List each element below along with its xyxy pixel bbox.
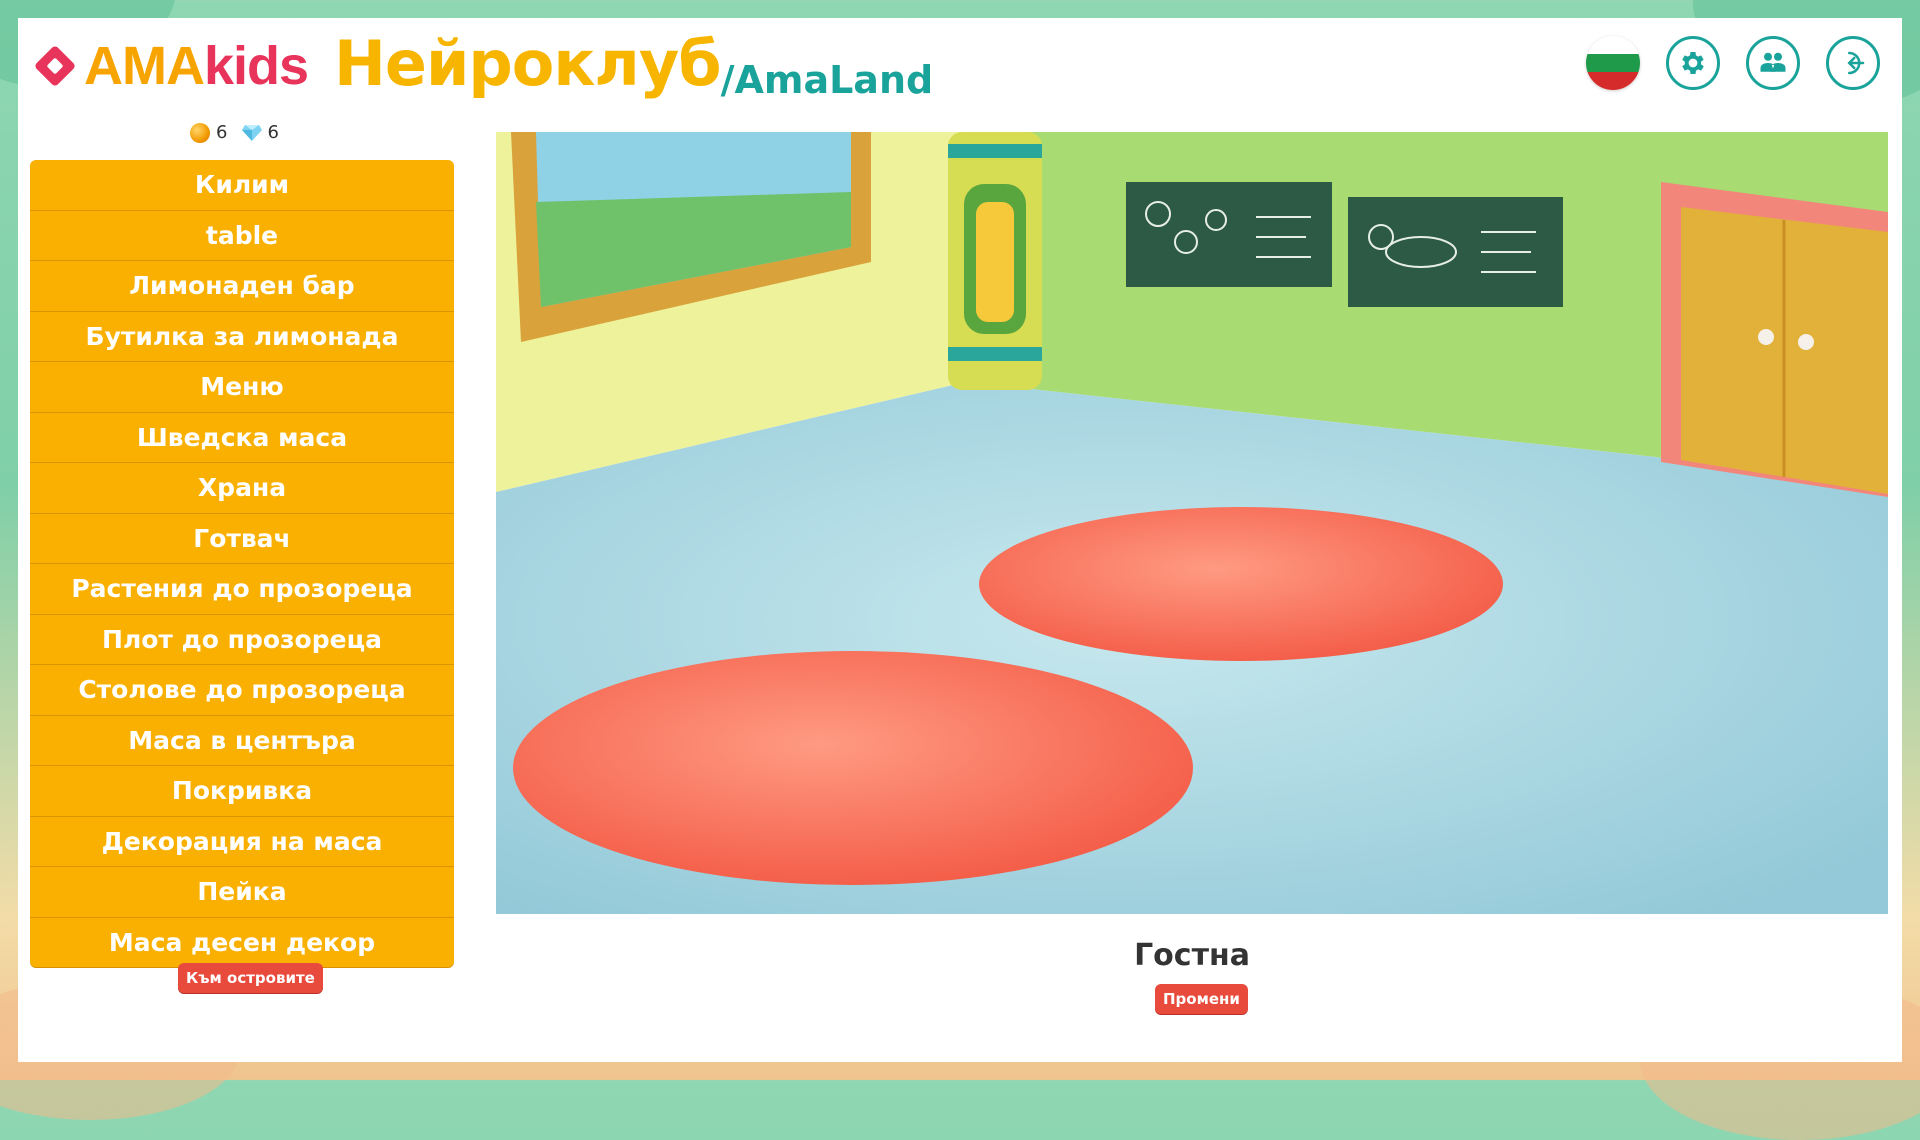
settings-gear-icon bbox=[1682, 52, 1704, 74]
chalkboard-menu-icon bbox=[1126, 182, 1332, 287]
menu-item-lemonade-bottle[interactable]: Бутилка за лимонада bbox=[30, 312, 454, 362]
brand-subtitle: /AmaLand bbox=[720, 58, 934, 102]
menu-item-menu[interactable]: Меню bbox=[30, 362, 454, 413]
room-title: Гостна bbox=[1134, 938, 1250, 973]
currency-bar: 6 6 bbox=[190, 122, 279, 143]
menu-item-bench[interactable]: Пейка bbox=[30, 867, 454, 918]
lemonade-column-icon bbox=[948, 132, 1042, 390]
logo-text: AMAkids bbox=[84, 36, 309, 96]
to-islands-button[interactable]: Към островите bbox=[178, 963, 323, 993]
users-icon bbox=[1760, 52, 1786, 72]
room-scene[interactable] bbox=[496, 132, 1888, 914]
menu-item-chef[interactable]: Готвач bbox=[30, 514, 454, 564]
menu-item-center-table[interactable]: Маса в центъра bbox=[30, 716, 454, 766]
header-actions bbox=[1586, 36, 1880, 90]
menu-item-window-counter[interactable]: Плот до прозореца bbox=[30, 615, 454, 665]
menu-item-table-right-decor[interactable]: Маса десен декор bbox=[30, 918, 454, 968]
room-illustration bbox=[496, 132, 1888, 914]
coin-icon bbox=[190, 123, 210, 143]
menu-item-carpet[interactable]: Килим bbox=[30, 160, 454, 211]
menu-item-buffet[interactable]: Шведска маса bbox=[30, 413, 454, 463]
item-category-menu: Килим table Лимонаден бар Бутилка за лим… bbox=[30, 160, 454, 967]
diamond-gem-icon bbox=[242, 125, 263, 141]
rug-front-icon bbox=[513, 651, 1193, 885]
rug-back-icon bbox=[979, 507, 1503, 661]
brand-title: Нейроклуб /AmaLand bbox=[334, 27, 934, 103]
change-room-button[interactable]: Промени bbox=[1155, 984, 1248, 1014]
settings-button[interactable] bbox=[1666, 36, 1720, 90]
logout-button[interactable] bbox=[1826, 36, 1880, 90]
amakids-logo[interactable]: AMAkids bbox=[33, 36, 309, 96]
menu-item-window-chairs[interactable]: Столове до прозореца bbox=[30, 665, 454, 716]
door-icon bbox=[1661, 182, 1888, 497]
brand-main-title: Нейроклуб bbox=[334, 27, 722, 100]
menu-item-lemonade-bar[interactable]: Лимонаден бар bbox=[30, 261, 454, 312]
menu-item-table-decoration[interactable]: Декорация на маса bbox=[30, 817, 454, 867]
menu-item-table[interactable]: table bbox=[30, 211, 454, 261]
amakids-diamond-icon bbox=[33, 44, 77, 88]
menu-item-food[interactable]: Храна bbox=[30, 463, 454, 514]
users-button[interactable] bbox=[1746, 36, 1800, 90]
menu-item-tablecloth[interactable]: Покривка bbox=[30, 766, 454, 817]
menu-item-window-plants[interactable]: Растения до прозореца bbox=[30, 564, 454, 615]
gem-counter: 6 bbox=[241, 122, 279, 143]
logout-icon bbox=[1847, 51, 1865, 75]
bulgarian-flag-icon[interactable] bbox=[1586, 36, 1640, 90]
coin-counter: 6 bbox=[190, 122, 227, 143]
